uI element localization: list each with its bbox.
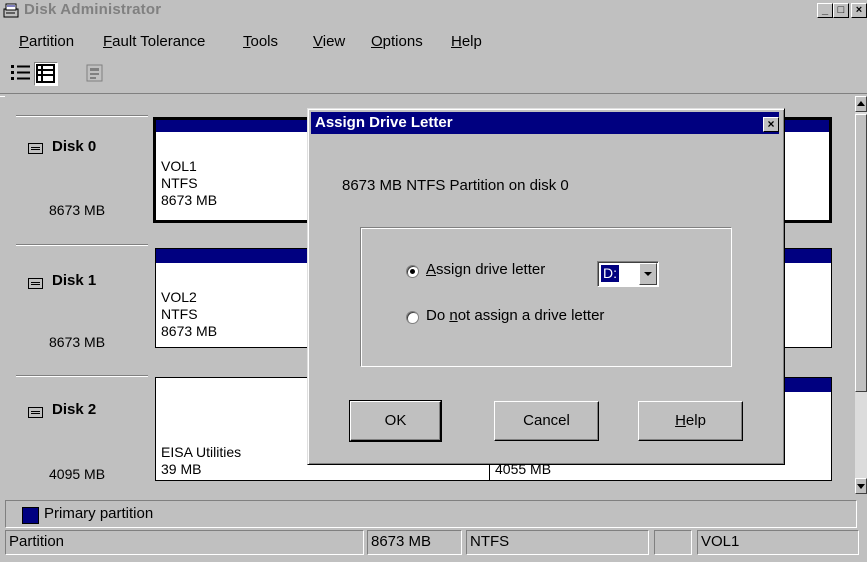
status-filesystem: NTFS — [466, 530, 649, 555]
disk-1-label[interactable]: Disk 1 — [52, 272, 96, 289]
status-type: Partition — [5, 530, 364, 555]
menu-fault-tolerance[interactable]: Fault Tolerance — [103, 33, 205, 50]
partition-line: VOL2 — [161, 289, 197, 305]
menu-tools[interactable]: Tools — [243, 33, 278, 50]
drive-letter-group: Assign drive letter Do not assign a driv… — [360, 227, 732, 367]
menu-view[interactable]: View — [313, 33, 345, 50]
assign-letter-label[interactable]: Assign drive letter — [426, 261, 545, 278]
properties-icon[interactable] — [84, 62, 106, 84]
no-letter-label[interactable]: Do not assign a drive letter — [426, 307, 604, 324]
legend-swatch — [22, 507, 39, 524]
scroll-down-icon[interactable] — [855, 478, 867, 494]
disk-0-label[interactable]: Disk 0 — [52, 138, 96, 155]
partition-line: 39 MB — [161, 461, 202, 477]
disk-separator — [16, 244, 148, 246]
close-button[interactable]: × — [851, 3, 867, 18]
no-letter-radio[interactable] — [406, 311, 419, 324]
disk-config-view-icon[interactable] — [34, 62, 58, 86]
dialog-close-icon[interactable]: × — [763, 117, 779, 132]
status-size-text: 8673 MB — [371, 533, 432, 550]
drive-letter-value: D: — [600, 264, 620, 283]
assign-letter-radio[interactable] — [406, 265, 419, 278]
disk-icon — [28, 407, 43, 418]
window-title: Disk Administrator — [24, 1, 162, 18]
status-volume: VOL1 — [697, 530, 859, 555]
disk-icon — [28, 278, 43, 289]
partition-line: NTFS — [161, 306, 198, 322]
partition-line: VOL1 — [161, 158, 197, 174]
title-bar: Disk Administrator _ □ × — [0, 0, 867, 22]
ok-button[interactable]: OK — [349, 400, 442, 442]
disk-separator — [16, 375, 148, 377]
menu-bar: Partition Fault Tolerance Tools View Opt… — [0, 33, 867, 55]
disk-2-size: 4095 MB — [49, 466, 106, 482]
legend-bar: Primary partition — [5, 500, 857, 528]
menu-partition[interactable]: Partition — [19, 33, 74, 50]
status-type-text: Partition — [9, 533, 65, 550]
dialog-title-bar[interactable]: Assign Drive Letter × — [311, 112, 779, 134]
status-drive — [654, 530, 692, 555]
minimize-button[interactable]: _ — [817, 3, 833, 18]
legend-label: Primary partition — [44, 505, 154, 522]
volumes-view-icon[interactable] — [10, 62, 32, 84]
status-size: 8673 MB — [367, 530, 462, 555]
disk-2-label[interactable]: Disk 2 — [52, 401, 96, 418]
help-button[interactable]: Help — [638, 401, 743, 441]
disk-1-size: 8673 MB — [49, 334, 106, 350]
chevron-down-icon[interactable] — [639, 263, 657, 285]
partition-line: EISA Utilities — [161, 444, 242, 460]
disk-icon — [28, 143, 43, 154]
dialog-title: Assign Drive Letter — [315, 114, 453, 131]
status-volume-text: VOL1 — [701, 533, 740, 550]
app-icon[interactable] — [3, 3, 19, 18]
drive-letter-select[interactable]: D: — [597, 261, 659, 287]
assign-drive-letter-dialog: Assign Drive Letter × 8673 MB NTFS Parti… — [307, 108, 785, 465]
partition-line: 8673 MB — [161, 192, 218, 208]
disk-0-size: 8673 MB — [49, 202, 106, 218]
cancel-button[interactable]: Cancel — [494, 401, 599, 441]
toolbar — [0, 58, 867, 90]
vertical-scrollbar[interactable] — [855, 96, 867, 494]
maximize-button[interactable]: □ — [833, 3, 849, 18]
menu-help[interactable]: Help — [451, 33, 482, 50]
partition-line: NTFS — [161, 175, 198, 191]
dialog-description: 8673 MB NTFS Partition on disk 0 — [342, 177, 569, 194]
scroll-thumb[interactable] — [855, 114, 867, 392]
scroll-up-icon[interactable] — [855, 96, 867, 112]
menu-options[interactable]: Options — [371, 33, 423, 50]
disk-separator — [16, 115, 148, 117]
partition-line: 8673 MB — [161, 323, 218, 339]
status-filesystem-text: NTFS — [470, 533, 510, 550]
